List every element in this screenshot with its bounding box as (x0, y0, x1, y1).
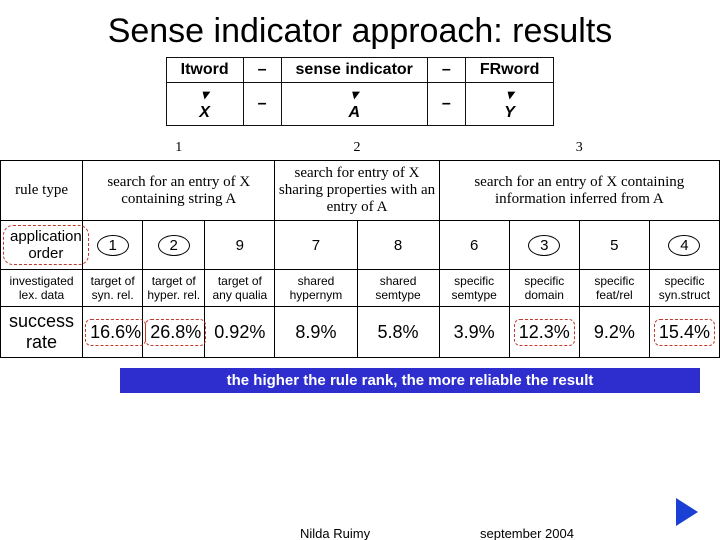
rule-type-3: search for an entry of X containing info… (439, 161, 719, 221)
succ-3: 0.92% (205, 307, 275, 358)
lex-8: specific feat/rel (579, 270, 649, 307)
lex-4: shared hypernym (275, 270, 357, 307)
lex-5: shared semtype (357, 270, 439, 307)
mapping-frword: FRword (465, 58, 554, 83)
rule-type-1: search for an entry of X containing stri… (83, 161, 275, 221)
reliability-banner: the higher the rule rank, the more relia… (120, 368, 700, 393)
success-rate-label: success rate (1, 307, 83, 358)
succ-7: 12.3% (509, 307, 579, 358)
slide: Sense indicator approach: results Itword… (0, 0, 720, 540)
mapping-row-vars: ▾ X – ▾ A – ▾ Y (166, 83, 554, 126)
succ-2: 26.8% (143, 307, 205, 358)
application-order-label: application order (1, 221, 83, 270)
lex-data-label: investigated lex. data (1, 270, 83, 307)
succ-6: 3.9% (439, 307, 509, 358)
order-6: 6 (439, 221, 509, 270)
down-arrow-icon: ▾ (506, 86, 513, 102)
succ-8: 9.2% (579, 307, 649, 358)
succ-9: 15.4% (649, 307, 719, 358)
footer-author: Nilda Ruimy (300, 526, 370, 540)
rule-type-label: rule type (1, 161, 83, 221)
mapping-x: ▾ X (166, 83, 243, 126)
order-8: 5 (579, 221, 649, 270)
next-slide-icon[interactable] (676, 498, 698, 526)
mapping-row-labels: Itword – sense indicator – FRword (166, 58, 554, 83)
mapping-vdash2: – (427, 83, 465, 126)
lex-data-row: investigated lex. data target of syn. re… (1, 270, 720, 307)
lex-3: target of any qualia (205, 270, 275, 307)
lex-2: target of hyper. rel. (143, 270, 205, 307)
order-2: 2 (143, 221, 205, 270)
rule-type-2: search for entry of X sharing properties… (275, 161, 439, 221)
lex-7: specific domain (509, 270, 579, 307)
mapping-y: ▾ Y (465, 83, 554, 126)
mapping-table: Itword – sense indicator – FRword ▾ X – … (166, 57, 555, 126)
mapping-a: ▾ A (281, 83, 427, 126)
mapping-vdash1: – (243, 83, 281, 126)
mapping-itword: Itword (166, 58, 243, 83)
group-3: 3 (439, 136, 719, 161)
succ-1: 16.6% (83, 307, 143, 358)
order-9: 4 (649, 221, 719, 270)
succ-4: 8.9% (275, 307, 357, 358)
order-4: 7 (275, 221, 357, 270)
slide-title: Sense indicator approach: results (0, 0, 720, 51)
order-7: 3 (509, 221, 579, 270)
mapping-dash1: – (243, 58, 281, 83)
mapping-dash2: – (427, 58, 465, 83)
application-order-row: application order 1 2 9 7 8 6 3 5 4 (1, 221, 720, 270)
lex-9: specific syn.struct (649, 270, 719, 307)
results-table: 1 2 3 rule type search for an entry of X… (0, 136, 720, 358)
footer-date: september 2004 (480, 526, 574, 540)
success-rate-row: success rate 16.6% 26.8% 0.92% 8.9% 5.8%… (1, 307, 720, 358)
order-5: 8 (357, 221, 439, 270)
down-arrow-icon: ▾ (201, 86, 208, 102)
rule-type-row: rule type search for an entry of X conta… (1, 161, 720, 221)
order-1: 1 (83, 221, 143, 270)
mapping-si: sense indicator (281, 58, 427, 83)
group-header-row: 1 2 3 (1, 136, 720, 161)
group-1: 1 (83, 136, 275, 161)
lex-1: target of syn. rel. (83, 270, 143, 307)
order-3: 9 (205, 221, 275, 270)
lex-6: specific semtype (439, 270, 509, 307)
group-2: 2 (275, 136, 439, 161)
blank-cell (1, 136, 83, 161)
succ-5: 5.8% (357, 307, 439, 358)
down-arrow-icon: ▾ (351, 86, 358, 102)
